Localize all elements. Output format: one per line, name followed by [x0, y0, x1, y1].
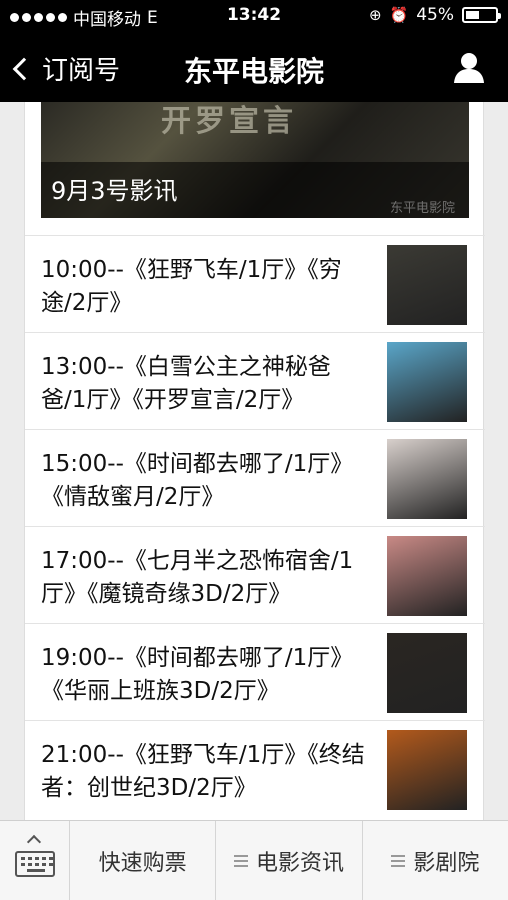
menu-icon — [391, 855, 406, 867]
movie-thumbnail — [387, 245, 467, 325]
menu-label: 电影资讯 — [255, 851, 344, 876]
schedule-text: 15:00--《时间都去哪了/1厅》《情敌蜜月/2厅》 — [41, 451, 354, 510]
battery-percent: 45% — [416, 5, 454, 25]
menu-movie-news[interactable]: 电影资讯 — [216, 821, 363, 900]
banner-caption: 9月3号影讯 — [51, 177, 178, 205]
alarm-icon: ⏰ — [389, 6, 409, 24]
movie-thumbnail — [387, 633, 467, 713]
bottom-menu: 快速购票 电影资讯 影剧院 — [0, 820, 508, 900]
movie-thumbnail — [387, 439, 467, 519]
schedule-text: 17:00--《七月半之恐怖宿舍/1厅》《魔镜奇缘3D/2厅》 — [41, 548, 354, 607]
movie-thumbnail — [387, 536, 467, 616]
schedule-list: 10:00--《狂野飞车/1厅》《穷途/2厅》 13:00--《白雪公主之神秘爸… — [25, 235, 485, 817]
menu-icon — [233, 855, 248, 867]
schedule-row[interactable]: 19:00--《时间都去哪了/1厅》《华丽上班族3D/2厅》 — [25, 623, 485, 720]
person-icon[interactable] — [452, 50, 486, 84]
schedule-text: 13:00--《白雪公主之神秘爸爸/1厅》《开罗宣言/2厅》 — [41, 354, 331, 413]
keyboard-icon[interactable] — [0, 821, 70, 900]
page-title: 东平电影院 — [183, 55, 324, 88]
schedule-row[interactable]: 13:00--《白雪公主之神秘爸爸/1厅》《开罗宣言/2厅》 — [25, 332, 485, 429]
rotation-lock-icon: ⊕ — [368, 6, 382, 24]
menu-theater[interactable]: 影剧院 — [363, 821, 508, 900]
menu-quick-ticket[interactable]: 快速购票 — [70, 821, 217, 900]
schedule-text: 10:00--《狂野飞车/1厅》《穷途/2厅》 — [41, 257, 342, 316]
nav-bar: 订阅号 东平电影院 — [0, 30, 508, 102]
schedule-row[interactable]: 10:00--《狂野飞车/1厅》《穷途/2厅》 — [25, 235, 485, 332]
banner-image[interactable]: 开罗宣言 9月3号影讯 东平电影院 — [41, 102, 469, 218]
schedule-row[interactable]: 15:00--《时间都去哪了/1厅》《情敌蜜月/2厅》 — [25, 429, 485, 526]
schedule-row[interactable]: 17:00--《七月半之恐怖宿舍/1厅》《魔镜奇缘3D/2厅》 — [25, 526, 485, 623]
menu-label: 影剧院 — [413, 851, 480, 876]
banner-poster-text: 开罗宣言 — [161, 104, 297, 139]
menu-label: 快速购票 — [98, 851, 187, 876]
content-card: 开罗宣言 9月3号影讯 东平电影院 10:00--《狂野飞车/1厅》《穷途/2厅… — [24, 102, 485, 820]
movie-thumbnail — [387, 342, 467, 422]
status-bar: 中国移动 E 13:42 ⊕ ⏰ 45% — [0, 0, 508, 30]
schedule-row[interactable]: 21:00--《狂野飞车/1厅》《终结者：创世纪3D/2厅》 — [25, 720, 485, 817]
top-bar: 中国移动 E 13:42 ⊕ ⏰ 45% 订阅号 东平电影院 — [0, 0, 508, 102]
schedule-text: 21:00--《狂野飞车/1厅》《终结者：创世纪3D/2厅》 — [41, 742, 365, 801]
schedule-text: 19:00--《时间都去哪了/1厅》《华丽上班族3D/2厅》 — [41, 645, 354, 704]
movie-thumbnail — [387, 730, 467, 810]
battery-icon — [462, 7, 501, 23]
banner-watermark: 东平电影院 — [389, 201, 455, 216]
